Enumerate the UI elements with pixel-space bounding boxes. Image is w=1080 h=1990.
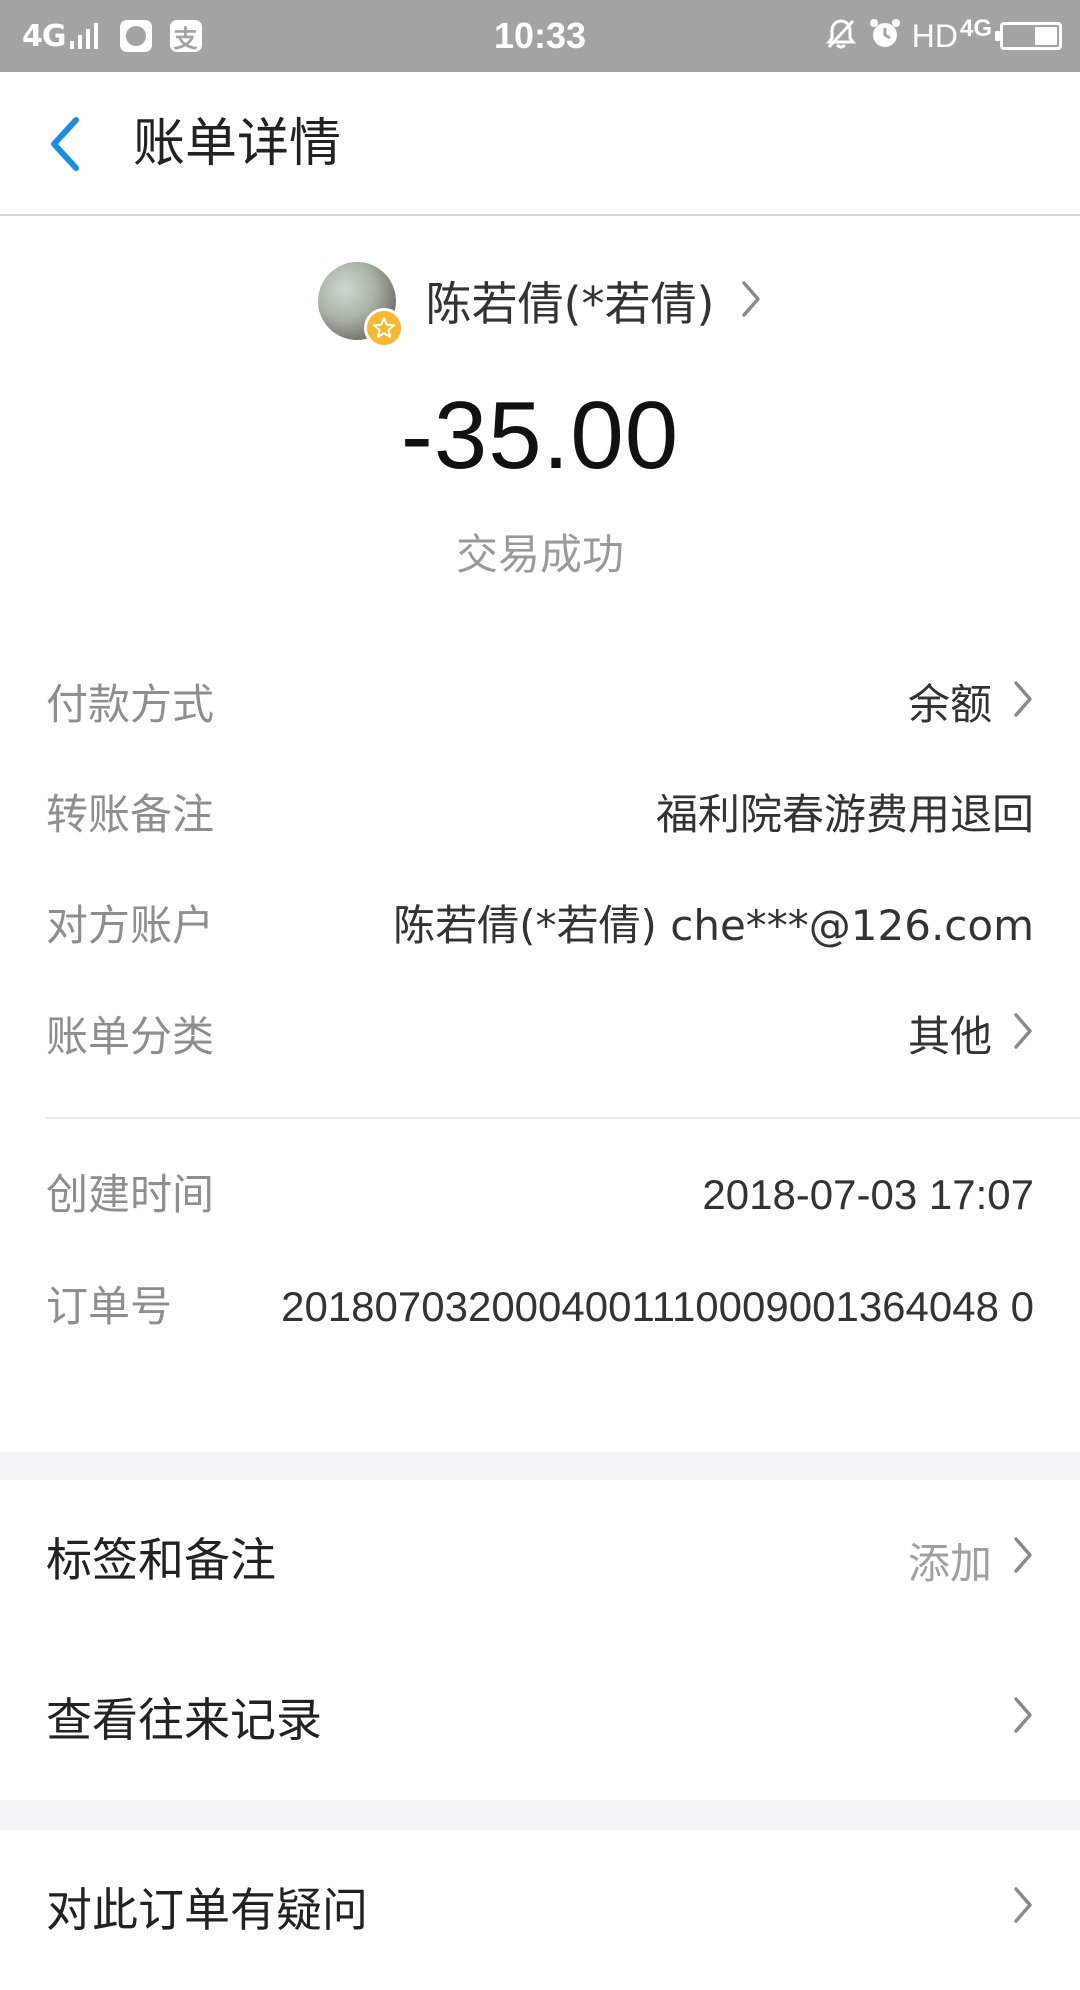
hd-indicator: HD <box>911 17 958 54</box>
chevron-right-icon <box>740 279 762 323</box>
chevron-right-icon <box>1012 1695 1034 1745</box>
chevron-right-icon <box>1012 997 1034 1077</box>
status-bar: 4G 支 10:33 HD 4G <box>0 0 1080 72</box>
chevron-right-icon <box>1012 1535 1034 1585</box>
order-question-row[interactable]: 对此订单有疑问 <box>0 1830 1080 1990</box>
detail-label: 转账备注 <box>46 790 215 839</box>
detail-label: 创建时间 <box>46 1170 215 1219</box>
section-separator <box>0 1800 1080 1830</box>
detail-label: 付款方式 <box>46 680 215 729</box>
transaction-summary: 陈若倩(*若倩) -35.00 交易成功 <box>0 216 1080 586</box>
battery-icon <box>995 22 1062 50</box>
tags-and-notes-row[interactable]: 标签和备注 添加 <box>0 1480 1080 1640</box>
action-label: 标签和备注 <box>46 1533 276 1587</box>
detail-label: 对方账户 <box>46 901 215 950</box>
detail-value: 福利院春游费用退回 <box>655 790 1034 839</box>
action-label: 查看往来记录 <box>46 1693 322 1747</box>
action-label: 对此订单有疑问 <box>46 1883 368 1937</box>
detail-row-created-time: 创建时间 2018-07-03 17:07 <box>0 1155 1080 1235</box>
detail-value: 其他 <box>908 997 1034 1077</box>
detail-value: 2018-07-03 17:07 <box>702 1171 1034 1218</box>
star-badge-icon <box>363 308 404 348</box>
detail-row-bill-category[interactable]: 账单分类 其他 <box>0 997 1080 1077</box>
detail-value: 陈若倩(*若倩) che***@126.com <box>393 901 1034 950</box>
detail-label: 账单分类 <box>46 1012 215 1061</box>
action-value <box>992 1640 1034 1800</box>
chevron-right-icon <box>1012 665 1034 745</box>
mute-icon <box>825 18 856 54</box>
transaction-status: 交易成功 <box>455 530 624 579</box>
detail-label: 订单号 <box>46 1282 173 1331</box>
divider <box>46 1117 1080 1119</box>
detail-row-payment-method[interactable]: 付款方式 余额 <box>0 665 1080 745</box>
network-indicator-right: 4G <box>959 15 992 42</box>
counterparty-link[interactable]: 陈若倩(*若倩) <box>0 256 1080 348</box>
detail-row-counterparty-account: 对方账户 陈若倩(*若倩) che***@126.com <box>0 886 1080 966</box>
counterparty-name: 陈若倩(*若倩) <box>425 277 715 331</box>
section-separator <box>0 1452 1080 1480</box>
app-header: 账单详情 <box>0 72 1080 216</box>
detail-row-transfer-note: 转账备注 福利院春游费用退回 <box>0 775 1080 855</box>
alarm-icon <box>868 17 902 55</box>
back-button[interactable] <box>40 112 100 176</box>
page-title: 账单详情 <box>133 114 342 174</box>
action-value <box>992 1830 1034 1990</box>
detail-row-order-number: 订单号 2018070320004001110009001364048 0 <box>0 1275 1080 1415</box>
chevron-left-icon <box>51 117 79 171</box>
chevron-right-icon <box>1012 1885 1034 1935</box>
detail-value: 余额 <box>908 665 1034 745</box>
transaction-history-row[interactable]: 查看往来记录 <box>0 1640 1080 1800</box>
transaction-amount: -35.00 <box>400 382 680 489</box>
order-number-value: 2018070320004001110009001364048 0 <box>281 1283 1034 1330</box>
action-value: 添加 <box>908 1480 1034 1640</box>
avatar <box>317 262 404 348</box>
